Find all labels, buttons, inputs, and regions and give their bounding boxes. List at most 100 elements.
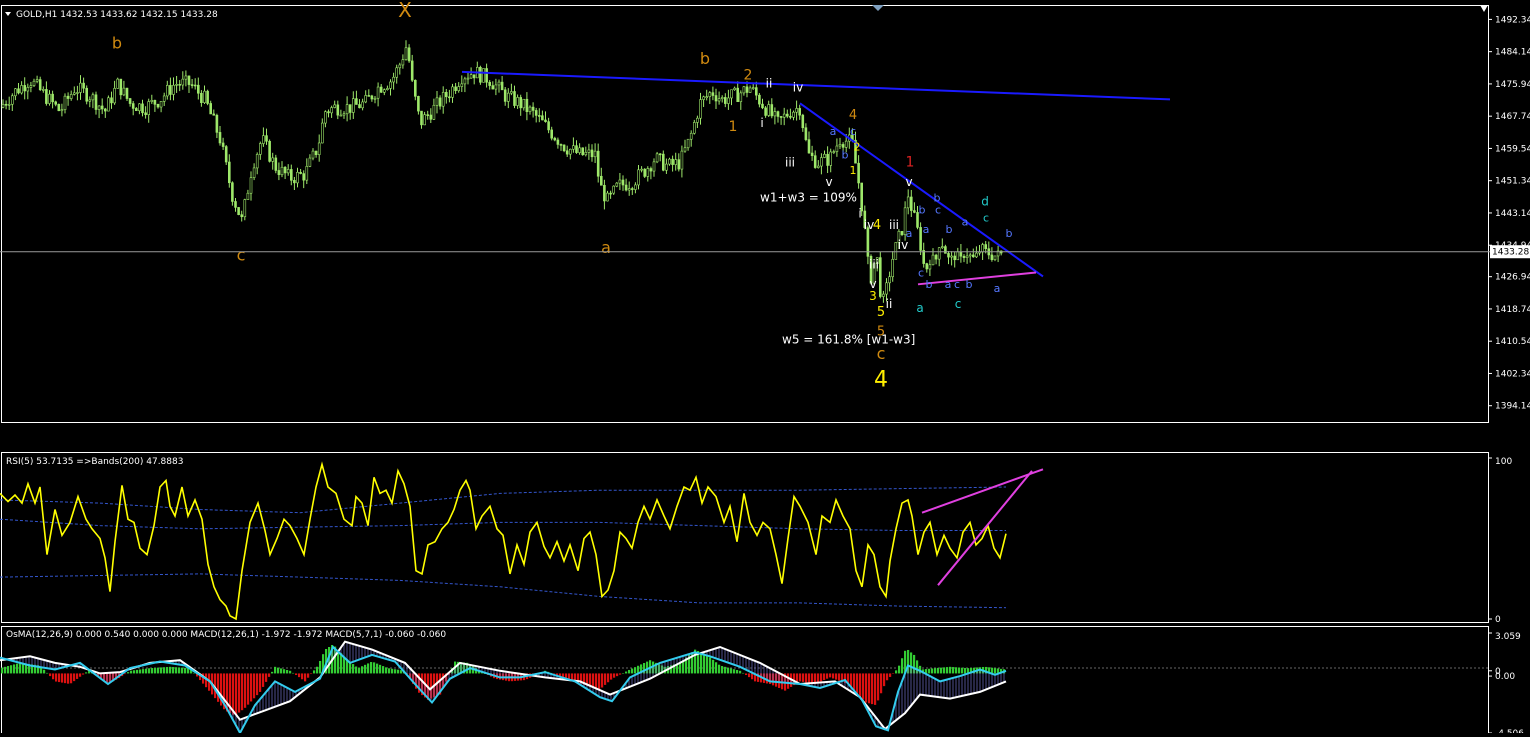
- osma-bar: [808, 673, 811, 683]
- osma-bar: [319, 660, 322, 674]
- wave-label: a: [923, 223, 930, 236]
- osma-bar: [145, 668, 148, 674]
- price-candle-body: [962, 255, 966, 258]
- price-candle-body: [277, 170, 281, 176]
- osma-bar: [610, 673, 613, 680]
- price-candle-body: [302, 173, 306, 181]
- price-candle-body: [801, 114, 805, 129]
- price-candle-body: [553, 137, 557, 141]
- price-candle-body: [203, 90, 206, 103]
- price-candle-body: [116, 78, 119, 89]
- price-candle-body: [947, 253, 950, 258]
- wave-label: iv: [793, 81, 803, 95]
- wave-label: 1: [906, 154, 915, 170]
- wave-label: b: [926, 278, 933, 291]
- price-candle-body: [438, 97, 442, 107]
- wave-label: 2: [854, 141, 861, 154]
- osma-bar: [727, 667, 730, 674]
- osma-bar: [247, 673, 250, 705]
- price-candle-body: [878, 257, 882, 297]
- price-candle-body: [959, 251, 963, 257]
- price-candle-body: [367, 95, 371, 97]
- price-candle-body: [469, 74, 473, 79]
- price-candle-body: [624, 184, 628, 191]
- price-candle-body: [528, 106, 532, 112]
- osma-bar: [946, 667, 949, 674]
- price-candle-body: [534, 110, 538, 116]
- price-candle-body: [572, 145, 575, 150]
- osma-bar: [604, 673, 607, 685]
- price-candle-body: [795, 108, 798, 113]
- price-candle-body: [249, 177, 253, 194]
- wave-label: a: [994, 282, 1001, 295]
- wave-label: 2: [744, 68, 753, 84]
- price-candle-body: [816, 165, 820, 168]
- price-candle-body: [100, 105, 104, 110]
- osma-bar: [856, 673, 859, 694]
- price-candle-body: [178, 84, 181, 86]
- osma-bar: [940, 667, 943, 674]
- price-candle-body: [85, 87, 88, 102]
- osma-bar: [169, 666, 172, 674]
- osma-bar: [634, 667, 637, 674]
- price-candle-body: [810, 152, 814, 156]
- price-candle-body: [305, 166, 309, 181]
- wave-label: X: [398, 0, 412, 22]
- osma-bar: [625, 671, 628, 674]
- price-candle-body: [76, 92, 79, 94]
- rsi-tick-label: 100: [1495, 457, 1512, 467]
- price-candle-body: [23, 85, 27, 92]
- price-candle-body: [652, 161, 656, 172]
- price-candle-body: [280, 166, 284, 176]
- osma-bar: [295, 673, 298, 676]
- price-tick-label: 1467.74: [1495, 112, 1530, 122]
- price-candle-body: [727, 97, 730, 104]
- osma-bar: [241, 673, 244, 711]
- price-candle-body: [745, 86, 749, 93]
- osma-bar: [934, 668, 937, 674]
- osma-bar: [133, 670, 136, 674]
- price-tick-label: 1443.14: [1495, 209, 1530, 219]
- price-candle-body: [649, 168, 653, 172]
- price-candle-body: [361, 101, 364, 109]
- wave-label: c: [955, 297, 962, 311]
- price-candle-body: [919, 227, 922, 251]
- price-candle-body: [925, 263, 929, 270]
- chart-canvas[interactable]: 1492.34 1484.14 1475.94 1467.74 1459.54 1451.…: [0, 0, 1530, 737]
- osma-bar: [244, 673, 247, 708]
- osma-bar: [274, 666, 277, 674]
- osma-bar: [316, 666, 319, 674]
- price-candle-body: [407, 47, 411, 62]
- price-candle-body: [599, 175, 603, 186]
- price-candle-body: [370, 95, 374, 100]
- price-candle-body: [500, 81, 504, 91]
- price-candle-body: [401, 59, 405, 66]
- osma-bar: [304, 673, 307, 682]
- osma-bar: [901, 658, 904, 674]
- price-candle-body: [568, 148, 572, 155]
- price-candle-body: [835, 145, 839, 152]
- price-candle-body: [981, 244, 984, 253]
- price-candle-body: [243, 199, 247, 218]
- osma-bar: [889, 673, 892, 677]
- price-candle-body: [838, 144, 842, 147]
- osma-bar: [853, 673, 856, 691]
- price-candle-body: [351, 98, 355, 113]
- price-candle-body: [212, 113, 216, 116]
- price-candle-body: [82, 82, 85, 89]
- osma-bar: [307, 673, 310, 678]
- osma-bar: [961, 667, 964, 674]
- wave-label: b: [1006, 227, 1013, 240]
- current-price-value: 1433.28: [1492, 248, 1529, 258]
- price-candle-body: [547, 121, 550, 131]
- price-candle-body: [984, 244, 988, 249]
- price-candle-body: [615, 182, 619, 187]
- osma-bar: [256, 673, 259, 696]
- price-candle-body: [909, 196, 913, 211]
- price-candle-body: [339, 114, 343, 117]
- price-candle-body: [748, 87, 752, 93]
- trading-terminal-chart[interactable]: 1492.34 1484.14 1475.94 1467.74 1459.54 1451.…: [0, 0, 1530, 737]
- price-candle-body: [240, 214, 243, 218]
- price-candle-body: [900, 231, 904, 235]
- price-candle-body: [537, 115, 541, 117]
